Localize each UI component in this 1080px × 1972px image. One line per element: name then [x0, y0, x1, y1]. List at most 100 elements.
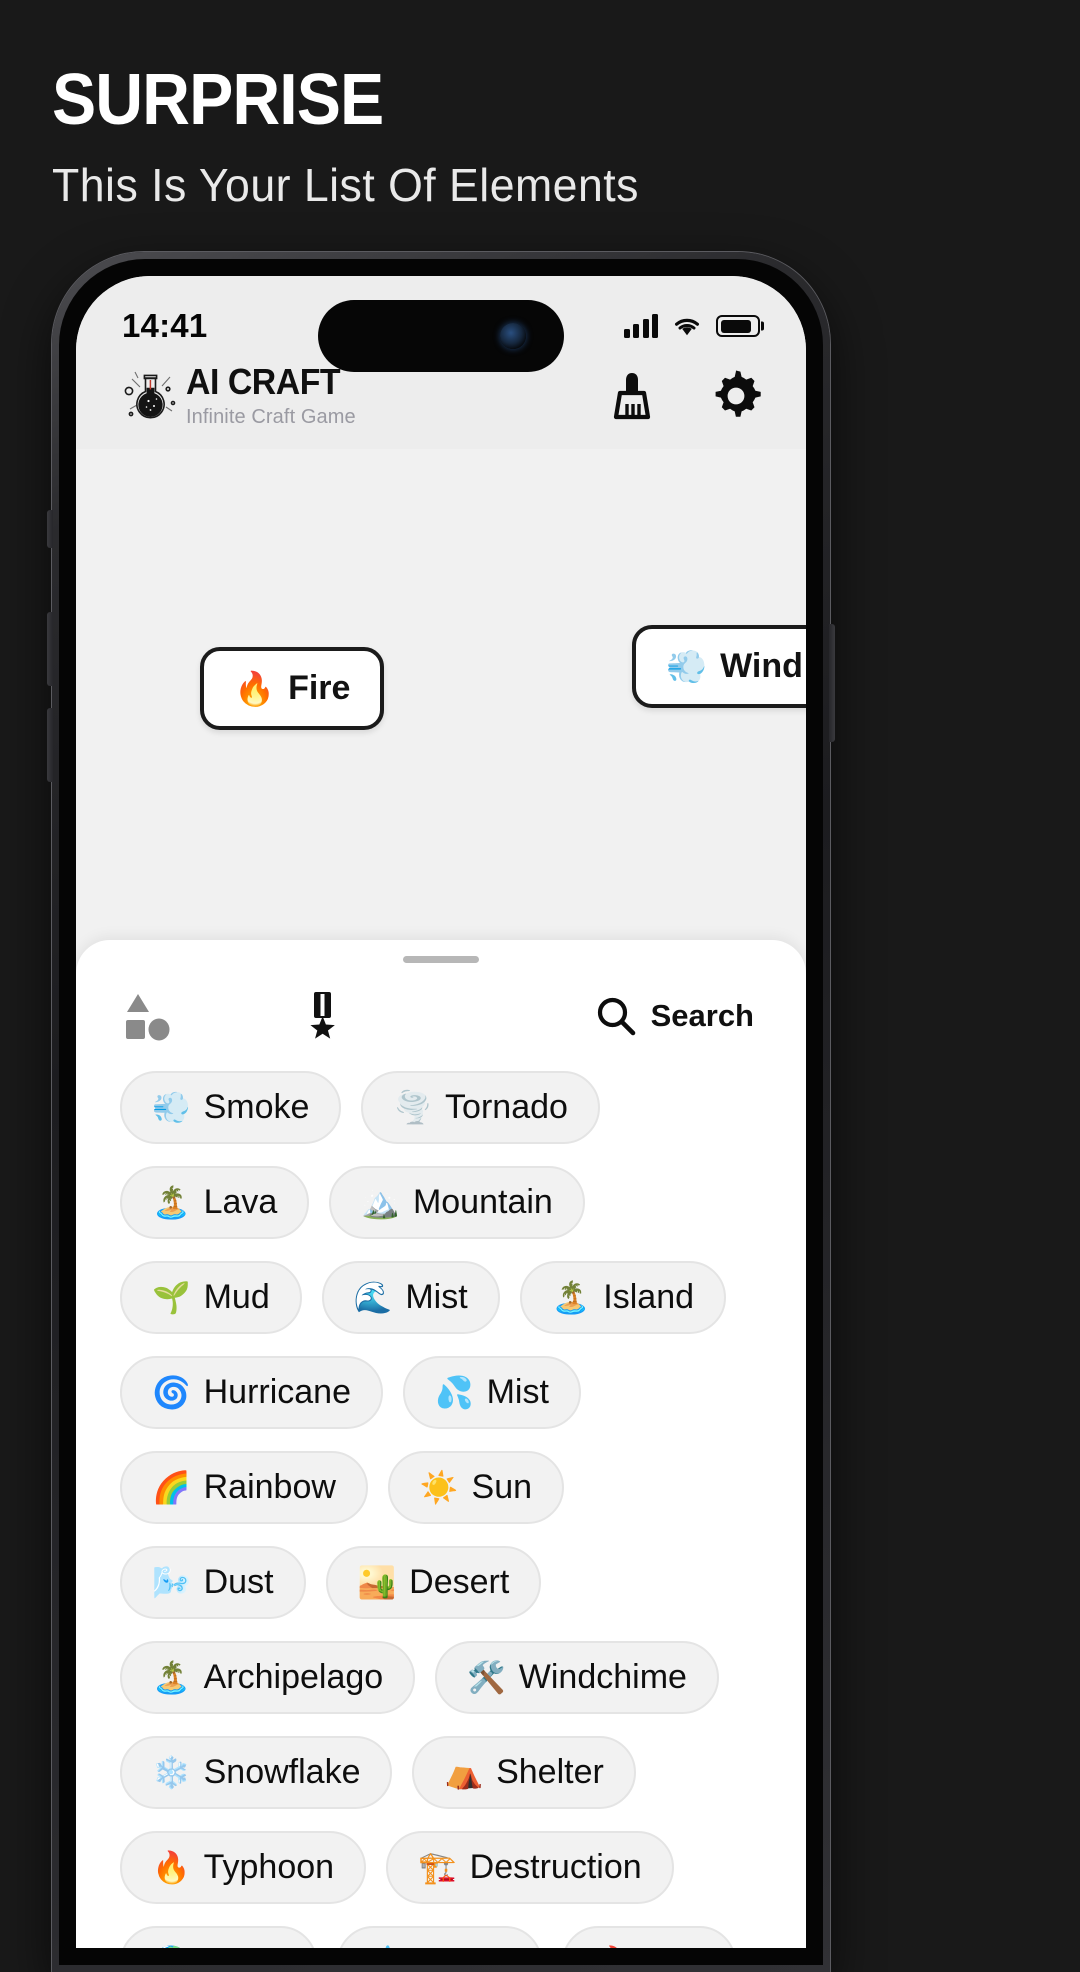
element-label: Mist [405, 1278, 468, 1316]
app-brand-text: AI CRAFT Infinite Craft Game [186, 364, 356, 428]
elements-sheet: 544 100 Search 💨 Smoke 🌪️ Tornado 🏝️ Lav… [76, 940, 806, 1948]
element-emoji: 🏝️ [551, 1280, 591, 1315]
element-emoji: 🏝️ [152, 1660, 191, 1695]
element-label: Island [603, 1278, 695, 1316]
fire-emoji: 🔥 [234, 670, 276, 707]
clear-board-button[interactable] [606, 370, 658, 422]
workspace-element-fire[interactable]: 🔥 Fire [200, 647, 385, 730]
element-chip[interactable]: ⛺ Shelter [412, 1736, 636, 1809]
search-icon [597, 997, 635, 1036]
element-label: Tornado [445, 1088, 568, 1126]
element-label: Smoke [203, 1088, 310, 1126]
broom-icon [613, 372, 651, 419]
element-chip[interactable]: 🏝️ Island [519, 1261, 727, 1334]
element-chip[interactable]: ☀️ Sun [387, 1451, 565, 1524]
element-emoji: ⛺ [444, 1755, 484, 1790]
element-emoji: 🌍 [152, 1947, 191, 1948]
element-emoji: 🏝️ [152, 1185, 191, 1220]
element-label: Desert [409, 1563, 510, 1601]
phone-mockup: 14:41 AI CRAFT Infinite Craft Game 🔥 Fir… [47, 252, 835, 1972]
workspace-element-label: Wind [720, 647, 803, 685]
element-chip[interactable]: 🛠️ Windchime [435, 1641, 719, 1714]
element-label: Mud [203, 1278, 270, 1316]
element-chip[interactable]: 🏝️ Lava [120, 1166, 310, 1239]
element-chip[interactable]: 🏜️ Desert [325, 1546, 542, 1619]
element-label: Snowflake [203, 1753, 361, 1791]
element-emoji: 🌱 [152, 1280, 191, 1315]
promo-header: SURPRISE This Is Your List Of Elements [0, 0, 1080, 211]
element-chip[interactable]: 🌀 Hurricane [120, 1356, 383, 1429]
search-label: Search [650, 998, 754, 1033]
shapes-icon [126, 994, 170, 1041]
element-emoji: 🌈 [152, 1470, 191, 1505]
element-chip[interactable]: 🌊 Mist [321, 1261, 500, 1334]
element-chip[interactable]: 🌱 Mud [120, 1261, 302, 1334]
app-tagline: Infinite Craft Game [186, 406, 356, 428]
sheet-toolbar: 544 100 Search [116, 963, 766, 1065]
element-label: Fire [646, 1943, 705, 1948]
stat-achievements-count: 100 [297, 990, 414, 1042]
element-emoji: 💦 [435, 1375, 474, 1410]
element-emoji: ❄️ [152, 1755, 191, 1790]
medal-icon [310, 992, 335, 1039]
volume-up-button[interactable] [47, 612, 53, 686]
app-header: AI CRAFT Infinite Craft Game [76, 360, 806, 449]
element-label: Hurricane [203, 1373, 351, 1411]
element-chip[interactable]: 🏝️ Archipelago [120, 1641, 416, 1714]
battery-icon [716, 315, 760, 337]
element-emoji: 🔥 [152, 1850, 191, 1885]
element-label: Water [420, 1943, 509, 1948]
element-emoji: 💨 [152, 1090, 191, 1125]
workspace-element-label: Fire [288, 669, 351, 707]
element-chip[interactable]: 🌈 Rainbow [120, 1451, 368, 1524]
element-chip[interactable]: 🌬️ Dust [120, 1546, 306, 1619]
dynamic-island [318, 300, 564, 372]
element-label: Sun [471, 1468, 533, 1506]
element-emoji: ☀️ [419, 1470, 459, 1505]
stat-elements-count: 544 [124, 990, 241, 1042]
element-label: Rainbow [203, 1468, 336, 1506]
search-button[interactable]: Search [591, 989, 758, 1043]
element-label: Lava [203, 1183, 278, 1221]
element-emoji: 🌪️ [393, 1090, 433, 1125]
element-chip[interactable]: 💨 Smoke [120, 1071, 342, 1144]
element-chip[interactable]: ❄️ Snowflake [120, 1736, 393, 1809]
silent-switch[interactable] [47, 510, 53, 548]
power-button[interactable] [829, 624, 835, 742]
settings-button[interactable] [710, 370, 762, 422]
element-chip[interactable]: 🌪️ Tornado [361, 1071, 600, 1144]
status-icons [623, 314, 760, 338]
app-brand: AI CRAFT Infinite Craft Game [120, 364, 356, 427]
element-emoji: 🌀 [152, 1375, 191, 1410]
element-label: Mist [486, 1373, 549, 1411]
element-chip[interactable]: 🌍 Earth [120, 1926, 317, 1948]
wind-emoji: 💨 [666, 648, 708, 685]
phone-bezel: 14:41 AI CRAFT Infinite Craft Game 🔥 Fir… [59, 259, 823, 1965]
phone-screen: 14:41 AI CRAFT Infinite Craft Game 🔥 Fir… [76, 276, 806, 1948]
status-bar: 14:41 [76, 276, 806, 372]
element-emoji: 🌬️ [152, 1565, 191, 1600]
element-chip[interactable]: 🔥 Fire [561, 1926, 737, 1948]
element-label: Mountain [412, 1183, 553, 1221]
wifi-icon [675, 318, 699, 336]
element-emoji: 🌊 [353, 1280, 393, 1315]
element-chip[interactable]: 🏗️ Destruction [386, 1831, 674, 1904]
volume-down-button[interactable] [47, 708, 53, 782]
element-chip[interactable]: 💧 Water [336, 1926, 542, 1948]
elements-grid: 💨 Smoke 🌪️ Tornado 🏝️ Lava 🏔️ Mountain 🌱 Mud 🌊 Mist… [116, 1065, 766, 1948]
element-label: Archipelago [203, 1658, 384, 1696]
element-chip[interactable]: 🏔️ Mountain [329, 1166, 585, 1239]
sheet-grabber[interactable] [403, 956, 479, 963]
flask-logo-icon [124, 371, 176, 418]
workspace-element-wind[interactable]: 💨 Wind [632, 625, 806, 708]
header-actions [606, 370, 762, 422]
phone-frame: 14:41 AI CRAFT Infinite Craft Game 🔥 Fir… [47, 252, 835, 1972]
element-label: Windchime [518, 1658, 687, 1696]
craft-workspace[interactable]: 🔥 Fire 💨 Wind [76, 449, 806, 730]
cellular-signal-icon [623, 314, 658, 338]
element-chip[interactable]: 🔥 Typhoon [120, 1831, 367, 1904]
element-label: Dust [203, 1563, 274, 1601]
gear-icon [715, 370, 761, 417]
element-chip[interactable]: 💦 Mist [403, 1356, 581, 1429]
page-subtitle: This Is Your List Of Elements [52, 159, 639, 212]
